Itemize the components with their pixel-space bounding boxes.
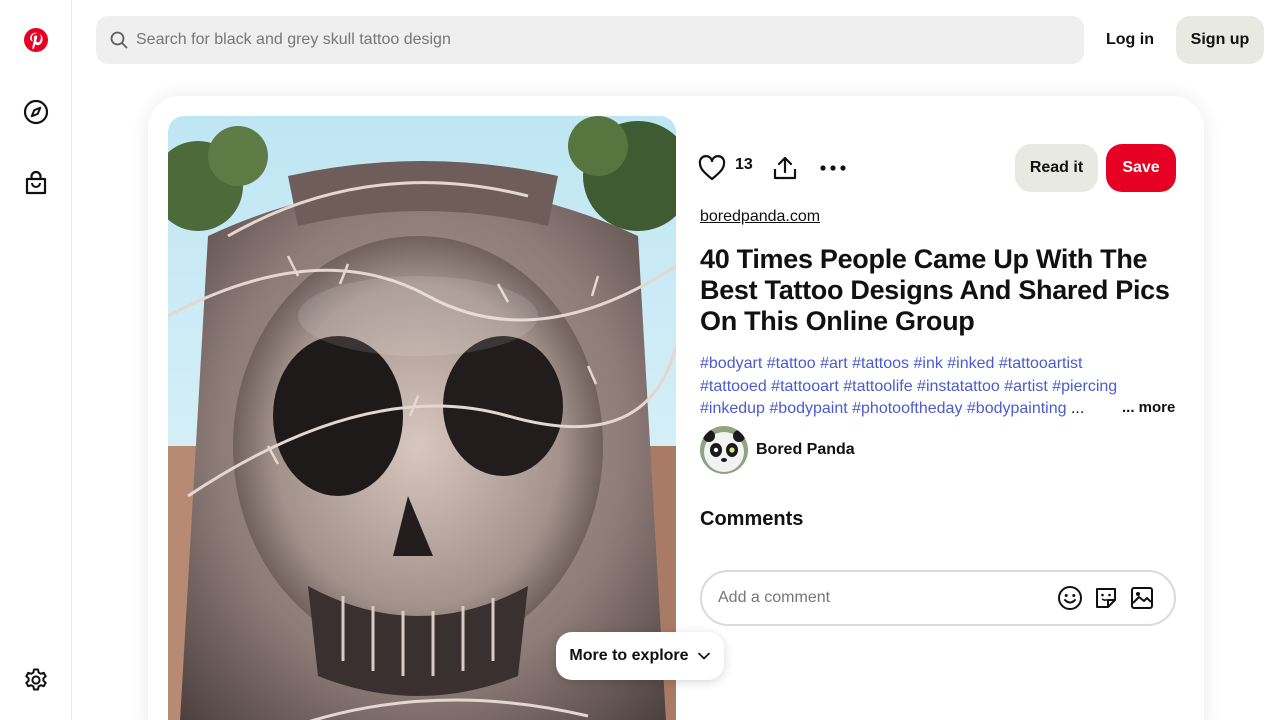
hashtag-link[interactable]: #tattooartist xyxy=(999,355,1083,372)
hashtag-link[interactable]: #tattooart xyxy=(771,378,843,395)
hashtag-link[interactable]: #bodypainting xyxy=(967,400,1071,417)
more-to-explore-button[interactable]: More to explore xyxy=(556,632,724,680)
avatar[interactable] xyxy=(700,426,748,474)
hashtag-link[interactable]: #art xyxy=(820,355,852,372)
search-icon xyxy=(110,31,128,49)
hashtag-link[interactable]: #instatattoo xyxy=(917,378,1004,395)
share-upload-icon xyxy=(773,156,797,180)
hashtag-link[interactable]: #bodypaint xyxy=(769,400,852,417)
sticker-button[interactable] xyxy=(1092,584,1120,612)
reaction-count: 13 xyxy=(735,156,753,173)
author-name[interactable]: Bored Panda xyxy=(756,441,855,459)
source-link[interactable]: boredpanda.com xyxy=(700,208,820,226)
smiley-icon xyxy=(1058,586,1082,610)
image-upload-button[interactable] xyxy=(1128,584,1156,612)
chevron-down-icon xyxy=(697,652,710,660)
more-to-explore-label: More to explore xyxy=(569,647,689,664)
hashtag-link[interactable]: #inkedup xyxy=(700,400,769,417)
hashtag-link[interactable]: #tattoos xyxy=(852,355,913,372)
search-bar[interactable] xyxy=(96,16,1084,64)
shopping-bag-icon xyxy=(25,170,47,195)
shop-nav-button[interactable] xyxy=(12,159,60,207)
hashtag-link[interactable]: #tattoolife xyxy=(843,378,917,395)
sticker-icon xyxy=(1096,588,1116,608)
comment-composer xyxy=(700,570,1176,626)
hashtag-link[interactable]: #tattooed xyxy=(700,378,771,395)
pin-action-bar: 13 Read it Save xyxy=(698,116,1176,220)
pin-image[interactable] xyxy=(168,116,676,720)
hashtag-ellipsis: ... xyxy=(1070,400,1085,417)
author-row: Bored Panda xyxy=(700,426,855,474)
hashtag-link[interactable]: #photooftheday xyxy=(852,400,967,417)
pinterest-logo-icon xyxy=(24,28,48,52)
show-more-link[interactable]: ... more xyxy=(1122,399,1175,416)
signup-button[interactable]: Sign up xyxy=(1176,16,1264,64)
heart-icon xyxy=(698,155,726,181)
hashtag-link[interactable]: #bodyart xyxy=(700,355,767,372)
comments-heading: Comments xyxy=(700,508,804,530)
pinterest-logo-link[interactable] xyxy=(12,16,60,64)
hashtag-link[interactable]: #ink xyxy=(913,355,947,372)
ellipsis-icon xyxy=(820,165,846,171)
panda-avatar-icon xyxy=(700,426,748,474)
pin-closeup-card: 13 Read it Save boredpanda.com 40 Times … xyxy=(148,96,1204,720)
explore-nav-button[interactable] xyxy=(12,88,60,136)
pin-title: 40 Times People Came Up With The Best Ta… xyxy=(700,244,1170,336)
hashtag-link[interactable]: #tattoo xyxy=(767,355,820,372)
skull-tattoo-photo xyxy=(168,116,676,720)
left-sidebar xyxy=(0,0,72,720)
hashtag-list: #bodyart #tattoo #art #tattoos #ink #ink… xyxy=(700,353,1120,421)
read-it-button[interactable]: Read it xyxy=(1015,144,1098,192)
top-bar: Log in Sign up xyxy=(72,0,1280,80)
comment-input[interactable] xyxy=(718,589,1056,607)
pin-details: 13 Read it Save boredpanda.com 40 Times … xyxy=(698,116,1176,626)
hashtag-link[interactable]: #artist xyxy=(1004,378,1052,395)
compass-icon xyxy=(23,99,49,125)
hashtag-link[interactable]: #inked xyxy=(947,355,999,372)
settings-button[interactable] xyxy=(12,656,60,704)
share-button[interactable] xyxy=(767,150,803,186)
search-input[interactable] xyxy=(136,16,1084,64)
hashtag-link[interactable]: #piercing xyxy=(1052,378,1117,395)
react-button[interactable] xyxy=(694,150,730,186)
save-button[interactable]: Save xyxy=(1106,144,1176,192)
emoji-button[interactable] xyxy=(1056,584,1084,612)
image-icon xyxy=(1131,587,1153,609)
more-options-button[interactable] xyxy=(815,150,851,186)
gear-icon xyxy=(25,668,47,691)
login-button[interactable]: Log in xyxy=(1092,16,1168,64)
